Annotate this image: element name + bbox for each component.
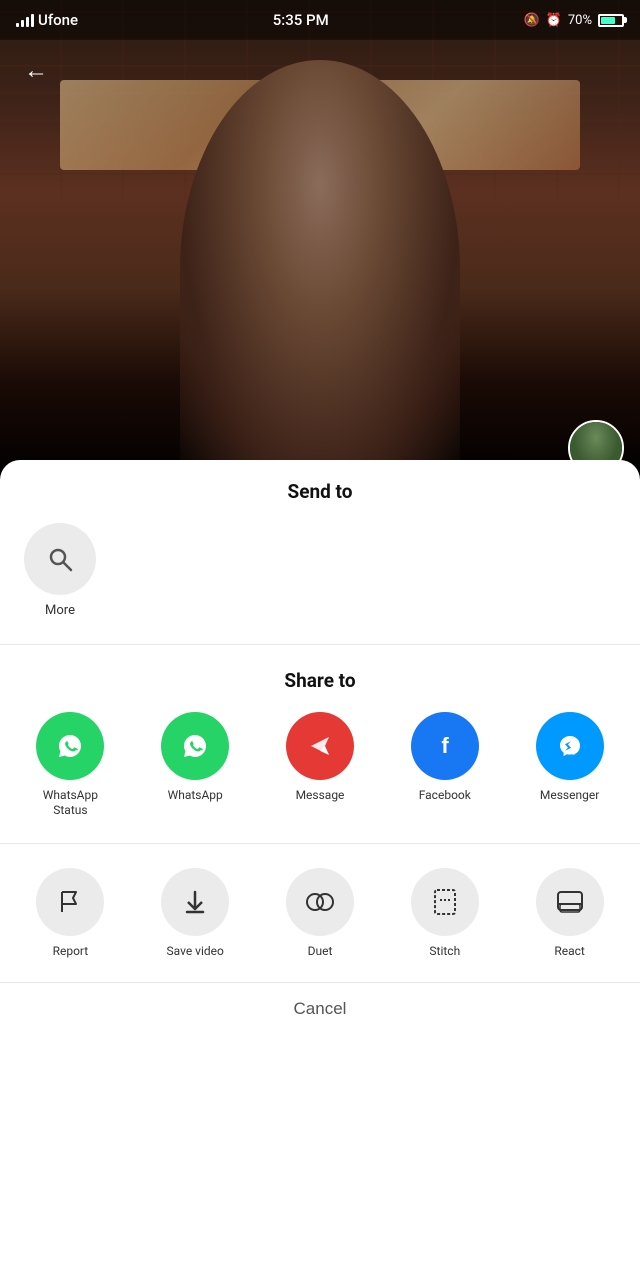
flag-icon <box>54 886 86 918</box>
action-react[interactable]: React <box>511 868 628 958</box>
duet-icon-circle <box>286 868 354 936</box>
save-video-label: Save video <box>167 944 224 958</box>
report-icon-circle <box>36 868 104 936</box>
action-report[interactable]: Report <box>12 868 129 958</box>
back-button[interactable]: ← <box>16 50 56 90</box>
react-icon-circle <box>536 868 604 936</box>
share-apps-row: WhatsAppStatus WhatsApp Me <box>0 712 640 819</box>
whatsapp-icon <box>161 712 229 780</box>
duet-icon <box>302 886 338 918</box>
video-background <box>0 0 640 480</box>
actions-row: Report Save video Duet <box>0 868 640 958</box>
stitch-icon <box>429 886 461 918</box>
action-stitch[interactable]: Stitch <box>386 868 503 958</box>
svg-text:f: f <box>441 733 449 758</box>
divider-2 <box>0 843 640 844</box>
report-label: Report <box>53 944 89 958</box>
more-label: More <box>45 603 75 620</box>
more-icon-circle <box>24 523 96 595</box>
messenger-label: Messenger <box>540 788 599 804</box>
download-icon <box>179 886 211 918</box>
carrier-info: Ufone <box>16 11 78 29</box>
divider-1 <box>0 644 640 645</box>
cancel-button[interactable]: Cancel <box>294 999 347 1019</box>
carrier-name: Ufone <box>38 11 78 29</box>
signal-icon <box>16 13 34 27</box>
share-facebook[interactable]: f Facebook <box>386 712 503 804</box>
share-whatsapp-status[interactable]: WhatsAppStatus <box>12 712 129 819</box>
back-arrow-icon: ← <box>24 56 48 85</box>
action-duet[interactable]: Duet <box>262 868 379 958</box>
bottom-sheet: Send to More Share to WhatsAppStatu <box>0 460 640 1280</box>
whatsapp-status-label: WhatsAppStatus <box>43 788 98 819</box>
status-bar: Ufone 5:35 PM 🔕 ⏰ 70% <box>0 0 640 40</box>
share-to-title: Share to <box>0 669 640 712</box>
message-icon <box>286 712 354 780</box>
save-video-icon-circle <box>161 868 229 936</box>
battery-icon <box>598 14 624 27</box>
status-icons: 🔕 ⏰ 70% <box>523 13 624 28</box>
alarm-icon: ⏰ <box>546 13 562 28</box>
facebook-icon: f <box>411 712 479 780</box>
person-silhouette <box>180 60 460 480</box>
cancel-area: Cancel <box>0 982 640 1035</box>
react-icon <box>554 886 586 918</box>
stitch-icon-circle <box>411 868 479 936</box>
send-to-title: Send to <box>0 480 640 523</box>
duet-label: Duet <box>308 944 333 958</box>
action-save-video[interactable]: Save video <box>137 868 254 958</box>
share-messenger[interactable]: Messenger <box>511 712 628 804</box>
share-message[interactable]: Message <box>262 712 379 804</box>
search-icon <box>44 543 76 575</box>
message-label: Message <box>296 788 345 804</box>
react-label: React <box>554 944 585 958</box>
more-apps-row: More <box>0 523 640 620</box>
status-time: 5:35 PM <box>273 11 329 29</box>
stitch-label: Stitch <box>429 944 460 958</box>
facebook-label: Facebook <box>419 788 471 804</box>
messenger-icon <box>536 712 604 780</box>
whatsapp-status-icon <box>36 712 104 780</box>
battery-percent: 70% <box>568 13 592 28</box>
volume-icon: 🔕 <box>523 13 539 28</box>
whatsapp-label: WhatsApp <box>168 788 223 804</box>
more-app-item[interactable]: More <box>20 523 100 620</box>
share-whatsapp[interactable]: WhatsApp <box>137 712 254 804</box>
